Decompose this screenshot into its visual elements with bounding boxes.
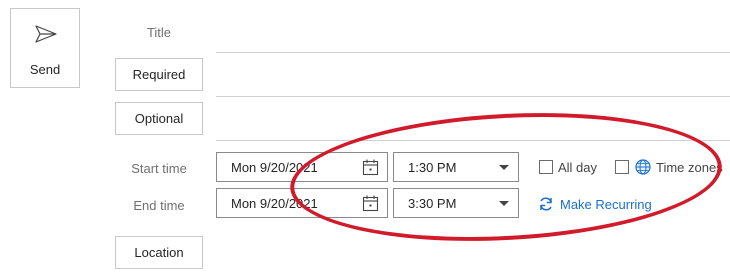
end-time-dropdown[interactable]: 3:30 PM: [393, 188, 519, 218]
all-day-checkbox[interactable]: [539, 160, 553, 174]
send-button[interactable]: Send: [10, 8, 80, 88]
optional-input[interactable]: [216, 140, 730, 141]
end-time-value: 3:30 PM: [408, 196, 457, 211]
required-button[interactable]: Required: [115, 58, 203, 91]
start-date-picker[interactable]: Mon 9/20/2021: [216, 152, 388, 182]
time-zones-label[interactable]: Time zones: [656, 160, 723, 175]
start-date-value: Mon 9/20/2021: [231, 160, 318, 175]
time-zones-checkbox[interactable]: [615, 160, 629, 174]
calendar-icon[interactable]: [362, 159, 379, 176]
recurring-icon: [540, 197, 552, 211]
optional-button[interactable]: Optional: [115, 102, 203, 135]
start-time-dropdown[interactable]: 1:30 PM: [393, 152, 519, 182]
title-label: Title: [146, 25, 172, 40]
send-icon: [35, 25, 57, 43]
globe-icon: [635, 159, 651, 175]
end-date-picker[interactable]: Mon 9/20/2021: [216, 188, 388, 218]
calendar-icon[interactable]: [362, 195, 379, 212]
chevron-down-icon: [499, 201, 509, 206]
end-time-label: End time: [133, 198, 185, 213]
location-button[interactable]: Location: [115, 236, 203, 269]
all-day-label: All day: [558, 160, 598, 175]
start-time-label: Start time: [131, 161, 187, 176]
end-date-value: Mon 9/20/2021: [231, 196, 318, 211]
start-time-value: 1:30 PM: [408, 160, 457, 175]
send-label: Send: [29, 62, 61, 77]
chevron-down-icon: [499, 165, 509, 170]
make-recurring-link[interactable]: Make Recurring: [560, 197, 652, 212]
title-input[interactable]: [216, 52, 730, 53]
required-input[interactable]: [216, 96, 730, 97]
